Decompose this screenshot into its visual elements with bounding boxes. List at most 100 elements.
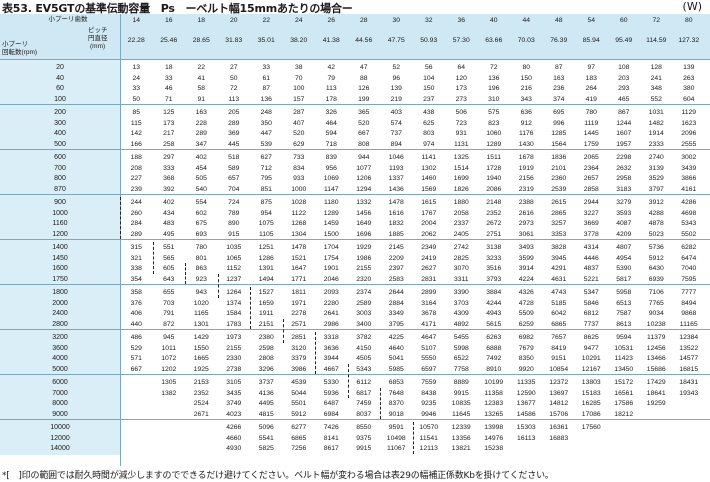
value-cell: 1244 xyxy=(616,119,632,127)
value-cell: 2065 xyxy=(583,154,599,161)
value-cell: 1901 xyxy=(323,265,339,273)
rpm-cell: 40 xyxy=(0,72,120,84)
value-cell: 52 xyxy=(392,64,401,71)
value-cell: 183 xyxy=(585,74,597,82)
value-cell: 1119 xyxy=(584,119,599,127)
value-cell: 27 xyxy=(229,64,238,71)
value-cell: 1374 xyxy=(226,299,242,307)
value-cell: 5185 xyxy=(551,299,567,307)
value-cell: 6865 xyxy=(291,434,307,442)
pitch-cell: 50.93 xyxy=(420,37,438,44)
value-cell: 3257 xyxy=(551,220,567,228)
value-cell: 4291 xyxy=(551,265,567,273)
rpm-cell: 600 xyxy=(0,152,120,163)
value-cell: 2364 xyxy=(583,164,599,172)
value-cell: 3002 xyxy=(681,154,697,161)
pitch-cell: 41.38 xyxy=(322,37,340,44)
value-cell: 216 xyxy=(520,85,532,93)
value-cell: 1031 xyxy=(648,109,664,116)
value-cell: 1251 xyxy=(258,244,274,251)
group-divider xyxy=(0,329,710,330)
value-cell: 7587 xyxy=(616,310,632,318)
value-cell: 803 xyxy=(423,130,435,138)
value-cell: 2627 xyxy=(421,265,437,273)
value-cell: 9375 xyxy=(356,434,372,442)
value-cell: 1152 xyxy=(226,265,242,273)
value-cell: 5330 xyxy=(323,379,339,386)
pitch-cell: 22.28 xyxy=(127,37,145,44)
value-cell: 667 xyxy=(358,130,370,138)
rpm-cell: 60 xyxy=(0,83,120,95)
value-cell: 780 xyxy=(585,109,597,116)
value-cell: 70 xyxy=(294,74,303,82)
value-cell: 2155 xyxy=(226,344,242,352)
value-cell: 3828 xyxy=(551,244,567,251)
value-cell: 571 xyxy=(130,355,142,363)
rpm-cell: 4000 xyxy=(0,353,120,365)
value-cell: 5347 xyxy=(583,289,599,296)
value-cell: 3349 xyxy=(388,310,404,318)
pitch-label-3: (mm) xyxy=(90,43,106,50)
value-cell: 4837 xyxy=(583,265,599,273)
value-cell: 1649 xyxy=(356,220,372,228)
value-cell: 8625 xyxy=(583,334,599,341)
value-cell: 1584 xyxy=(226,310,242,318)
table-row: 900 244 402 554 724 875 1028 1180 1332 1478 1615 18… xyxy=(0,197,710,208)
value-cell: 1832 xyxy=(388,220,404,228)
value-cell: 139 xyxy=(390,85,402,93)
table-row: 1800 358 655 943 1264 1527 1811 2093 2374 2644 289… xyxy=(0,287,710,298)
value-cell: 4150 xyxy=(356,344,372,352)
value-cell: 14812 xyxy=(549,400,569,408)
value-cell: 3529 xyxy=(648,175,664,183)
value-cell: 4495 xyxy=(258,400,274,408)
value-cell: 1880 xyxy=(453,199,469,206)
value-cell: 1141 xyxy=(421,154,437,161)
rpm-cell: 300 xyxy=(0,117,120,129)
value-cell: 16561 xyxy=(614,389,634,397)
value-cell: 3003 xyxy=(356,310,372,318)
teeth-cell: 30 xyxy=(392,17,401,24)
value-cell: 4244 xyxy=(486,299,502,307)
footnote: *[ ]印の範囲では耐久時間が減少しますのでできるだけ避けてください。ベルト幅が… xyxy=(2,471,554,481)
value-cell: 17429 xyxy=(646,379,666,386)
value-cell: 88 xyxy=(359,74,368,82)
value-cell: 7256 xyxy=(291,445,307,453)
pitch-cell: 63.66 xyxy=(485,37,503,44)
value-cell: 1665 xyxy=(193,355,209,363)
unit-label: (W) xyxy=(682,0,702,13)
value-cell: 1011 xyxy=(161,344,177,352)
value-cell: 12383 xyxy=(484,400,504,408)
value-cell: 4743 xyxy=(551,289,567,296)
teeth-cell: 28 xyxy=(359,17,368,24)
value-cell: 4087 xyxy=(616,220,632,228)
value-cell: 1302 xyxy=(421,164,437,172)
value-cell: 2153 xyxy=(193,379,209,386)
value-cell: 96 xyxy=(392,74,401,82)
rpm-cell: 900 xyxy=(0,197,120,208)
value-cell: 529 xyxy=(130,344,142,352)
value-cell: 956 xyxy=(325,164,337,172)
value-cell: 6277 xyxy=(291,424,307,431)
table-row: 700 208 333 454 589 712 834 956 1077 1193 1302 1514… xyxy=(0,162,710,174)
value-cell: 823 xyxy=(488,119,500,127)
value-cell: 15303 xyxy=(516,424,536,431)
value-cell: 5541 xyxy=(258,434,274,442)
rpm-cell: 2400 xyxy=(0,308,120,320)
value-cell: 1060 xyxy=(486,130,502,138)
value-cell: 2374 xyxy=(356,289,372,296)
pitch-cell: 25.46 xyxy=(160,37,178,44)
value-cell: 3139 xyxy=(648,164,664,172)
value-cell: 3390 xyxy=(453,289,469,296)
value-cell: 1615 xyxy=(421,199,437,206)
value-cell: 954 xyxy=(260,209,272,217)
value-cell: 483 xyxy=(163,220,175,228)
value-cell: 2958 xyxy=(616,175,632,183)
dashed-boundary-step xyxy=(282,318,317,343)
value-cell: 4660 xyxy=(226,434,242,442)
value-cell: 1289 xyxy=(323,209,339,217)
value-cell: 12384 xyxy=(679,334,699,341)
value-cell: 1836 xyxy=(551,154,567,161)
group-divider xyxy=(0,104,710,105)
table-row: 40 24 33 41 50 61 70 79 88 96 104 120 136 150 163 183 20… xyxy=(0,72,710,84)
value-cell: 42 xyxy=(327,64,336,71)
